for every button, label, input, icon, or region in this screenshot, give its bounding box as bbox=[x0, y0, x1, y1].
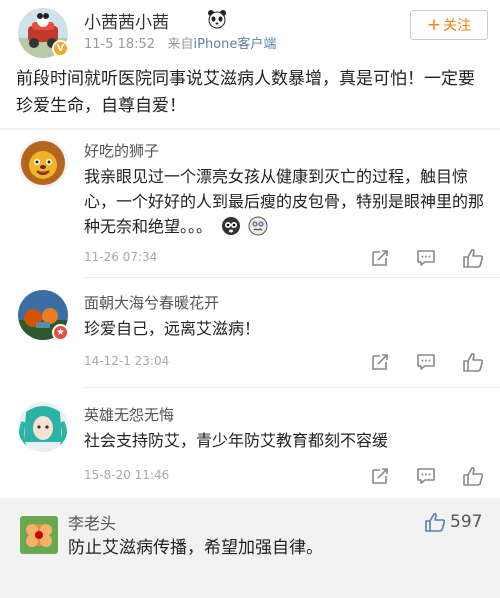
like-icon[interactable] bbox=[462, 352, 484, 372]
post-text: 前段时间就听医院同事说艾滋病人数暴增，真是可怕！一定要珍爱生命，自尊自爱！ bbox=[16, 69, 475, 116]
comment-item: ★ 面朝大海兮春暖花开 珍爱自己，远离艾滋病！ 14-12-1 23:04 bbox=[0, 278, 500, 388]
like-icon[interactable] bbox=[462, 248, 484, 268]
comment-text: 我亲眼见过一个漂亮女孩从健康到灭亡的过程，触目惊心，一个好好的人到最后瘦的皮包骨… bbox=[84, 164, 488, 239]
featured-comment: 李老头 防止艾滋病传播，希望加强自律。 597 bbox=[0, 498, 500, 598]
follow-button[interactable]: + 关注 bbox=[410, 10, 488, 40]
commenter-name[interactable]: 李老头 bbox=[68, 510, 116, 534]
share-icon[interactable] bbox=[370, 352, 392, 372]
scared-emoji-icon bbox=[248, 216, 268, 236]
plus-icon: + bbox=[426, 15, 442, 35]
post-source[interactable]: iPhone客户端 bbox=[194, 37, 277, 52]
follow-label: 关注 bbox=[443, 18, 472, 34]
comment-actions bbox=[370, 352, 488, 372]
post-time: 11-5 18:52 bbox=[84, 37, 156, 52]
comment-actions bbox=[370, 466, 488, 486]
poster-username[interactable]: 小茜茜小茜 bbox=[84, 8, 169, 33]
comment-item: 英雄无怨无悔 社会支持防艾，青少年防艾教育都刻不容缓 15-8-20 11:46 bbox=[0, 388, 500, 498]
comment-text: 防止艾滋病传播，希望加强自律。 bbox=[68, 538, 323, 558]
like-icon bbox=[425, 512, 446, 532]
verified-badge-icon: ★ bbox=[52, 324, 69, 341]
comment-text: 社会支持防艾，青少年防艾教育都刻不容缓 bbox=[84, 431, 389, 450]
comment-text-body: 我亲眼见过一个漂亮女孩从健康到灭亡的过程，触目惊心，一个好好的人到最后瘦的皮包骨… bbox=[84, 167, 485, 236]
commenter-name[interactable]: 英雄无怨无悔 bbox=[84, 404, 174, 425]
panda-emoji-icon bbox=[208, 10, 226, 29]
shocked-emoji-icon bbox=[222, 217, 241, 235]
commenter-name[interactable]: 面朝大海兮春暖花开 bbox=[84, 292, 219, 313]
reply-icon[interactable] bbox=[416, 466, 438, 486]
post-meta: 11-5 18:52 来自iPhone客户端 bbox=[84, 33, 276, 52]
reply-icon[interactable] bbox=[416, 352, 438, 372]
like-icon[interactable] bbox=[462, 466, 484, 486]
weibo-post: V 小茜茜小茜 11-5 18:52 来自iPhone客户端 + 关注 前段时间… bbox=[0, 0, 500, 128]
comment-text: 珍爱自己，远离艾滋病！ bbox=[84, 319, 261, 338]
commenter-avatar[interactable] bbox=[18, 138, 68, 188]
like-count-value: 597 bbox=[450, 512, 483, 532]
comment-time: 15-8-20 11:46 bbox=[84, 468, 170, 482]
post-source-prefix: 来自 bbox=[167, 37, 194, 52]
commenter-avatar[interactable] bbox=[18, 402, 68, 452]
reply-icon[interactable] bbox=[416, 248, 438, 268]
comment-time: 14-12-1 23:04 bbox=[84, 354, 170, 368]
commenter-name[interactable]: 好吃的狮子 bbox=[84, 140, 159, 161]
commenter-avatar[interactable] bbox=[20, 516, 58, 554]
verified-badge-icon: V bbox=[52, 40, 69, 57]
comment-item: 好吃的狮子 我亲眼见过一个漂亮女孩从健康到灭亡的过程，触目惊心，一个好好的人到最… bbox=[0, 130, 500, 278]
share-icon[interactable] bbox=[370, 466, 392, 486]
comment-actions bbox=[370, 248, 488, 268]
share-icon[interactable] bbox=[370, 248, 392, 268]
like-count[interactable]: 597 bbox=[424, 512, 482, 532]
comment-time: 11-26 07:34 bbox=[84, 250, 158, 264]
